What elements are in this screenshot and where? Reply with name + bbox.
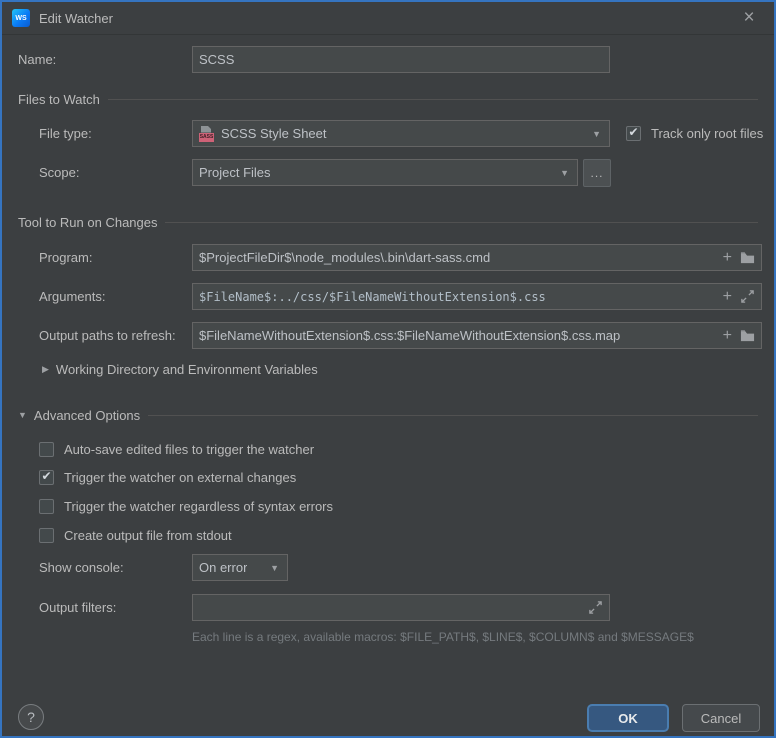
name-value: SCSS <box>199 52 234 67</box>
syntax-errors-checkbox[interactable] <box>39 499 54 514</box>
output-filters-hint: Each line is a regex, available macros: … <box>192 630 694 644</box>
section-label: Tool to Run on Changes <box>18 215 157 230</box>
section-divider <box>148 415 758 416</box>
working-directory-toggle-label: Working Directory and Environment Variab… <box>56 362 318 377</box>
show-console-label: Show console: <box>39 554 124 581</box>
chevron-down-icon[interactable]: ▼ <box>560 168 571 178</box>
external-changes-checkbox[interactable]: ✔ <box>39 470 54 485</box>
stdout-label: Create output file from stdout <box>64 528 232 543</box>
program-label: Program: <box>39 244 92 271</box>
external-changes-label: Trigger the watcher on external changes <box>64 470 296 485</box>
section-label: Files to Watch <box>18 92 100 107</box>
stdout-checkbox[interactable] <box>39 528 54 543</box>
program-value: $ProjectFileDir$\node_modules\.bin\dart-… <box>199 250 490 265</box>
output-filters-input[interactable] <box>192 594 610 621</box>
output-paths-input[interactable]: $FileNameWithoutExtension$.css:$FileName… <box>192 322 762 349</box>
section-label: Advanced Options <box>34 408 140 423</box>
name-label: Name: <box>18 46 56 73</box>
chevron-down-icon[interactable]: ▼ <box>270 563 281 573</box>
output-filters-field-actions <box>588 600 603 615</box>
program-field-actions: + <box>723 250 755 266</box>
track-only-root-files-option[interactable]: ✔ Track only root files <box>626 125 763 141</box>
expand-field-icon[interactable] <box>588 600 603 615</box>
scope-browse-button[interactable]: ... <box>583 159 611 187</box>
file-type-combobox[interactable]: SASS SCSS Style Sheet ▼ <box>192 120 610 147</box>
name-input[interactable]: SCSS <box>192 46 610 73</box>
program-input[interactable]: $ProjectFileDir$\node_modules\.bin\dart-… <box>192 244 762 271</box>
tool-section-header: Tool to Run on Changes <box>18 214 758 230</box>
working-directory-toggle[interactable]: ▶ Working Directory and Environment Vari… <box>42 361 318 377</box>
autosave-option[interactable]: Auto-save edited files to trigger the wa… <box>39 441 314 457</box>
syntax-errors-label: Trigger the watcher regardless of syntax… <box>64 499 333 514</box>
external-changes-option[interactable]: ✔ Trigger the watcher on external change… <box>39 469 296 485</box>
browse-folder-icon[interactable] <box>740 328 755 343</box>
chevron-down-icon[interactable]: ▼ <box>592 129 603 139</box>
title-bar: WS Edit Watcher <box>2 2 774 35</box>
track-only-root-files-label: Track only root files <box>651 126 763 141</box>
track-only-root-files-checkbox[interactable]: ✔ <box>626 126 641 141</box>
output-paths-field-actions: + <box>723 328 755 344</box>
scss-file-icon: SASS <box>199 126 214 142</box>
webstorm-logo-icon: WS <box>12 9 30 27</box>
cancel-button[interactable]: Cancel <box>682 704 760 732</box>
help-button[interactable]: ? <box>18 704 44 730</box>
arguments-value: $FileName$:../css/$FileNameWithoutExtens… <box>199 290 546 304</box>
checkmark-icon: ✔ <box>628 126 638 138</box>
insert-macro-icon[interactable]: + <box>723 328 732 344</box>
autosave-label: Auto-save edited files to trigger the wa… <box>64 442 314 457</box>
scss-file-icon-tag: SASS <box>199 133 214 142</box>
close-icon[interactable]: × <box>738 7 760 29</box>
chevron-right-icon[interactable]: ▶ <box>42 364 49 375</box>
output-paths-label: Output paths to refresh: <box>39 322 176 349</box>
insert-macro-icon[interactable]: + <box>723 250 732 266</box>
scope-value: Project Files <box>199 165 271 180</box>
expand-field-icon[interactable] <box>740 289 755 304</box>
checkmark-icon: ✔ <box>41 470 51 482</box>
scope-combobox[interactable]: Project Files ▼ <box>192 159 578 186</box>
file-type-label: File type: <box>39 120 92 147</box>
stdout-option[interactable]: Create output file from stdout <box>39 527 232 543</box>
section-divider <box>165 222 758 223</box>
autosave-checkbox[interactable] <box>39 442 54 457</box>
show-console-value: On error <box>199 560 247 575</box>
syntax-errors-option[interactable]: Trigger the watcher regardless of syntax… <box>39 498 333 514</box>
arguments-label: Arguments: <box>39 283 105 310</box>
arguments-field-actions: + <box>723 289 755 305</box>
insert-macro-icon[interactable]: + <box>723 289 732 305</box>
browse-folder-icon[interactable] <box>740 250 755 265</box>
output-filters-label: Output filters: <box>39 594 116 621</box>
dialog-title: Edit Watcher <box>39 11 113 26</box>
scss-file-icon-page <box>201 126 211 133</box>
arguments-input[interactable]: $FileName$:../css/$FileNameWithoutExtens… <box>192 283 762 310</box>
ok-button[interactable]: OK <box>587 704 669 732</box>
section-divider <box>108 99 758 100</box>
chevron-down-icon[interactable]: ▼ <box>18 410 27 420</box>
scope-label: Scope: <box>39 159 79 186</box>
edit-watcher-dialog: WS Edit Watcher × Name: SCSS Files to Wa… <box>0 0 776 738</box>
show-console-combobox[interactable]: On error ▼ <box>192 554 288 581</box>
file-type-value: SCSS Style Sheet <box>221 126 327 141</box>
output-paths-value: $FileNameWithoutExtension$.css:$FileName… <box>199 328 620 343</box>
files-to-watch-section-header: Files to Watch <box>18 91 758 107</box>
advanced-options-section-header[interactable]: ▼ Advanced Options <box>18 407 758 423</box>
